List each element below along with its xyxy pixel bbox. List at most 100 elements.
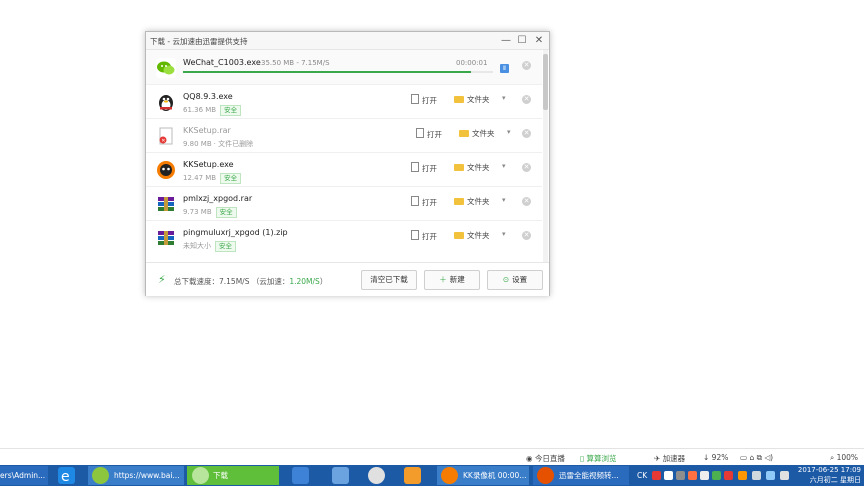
music-icon[interactable] <box>404 467 421 484</box>
dialog-titlebar[interactable]: 下载 - 云加速由迅雷提供支持 — ☐ ✕ <box>146 32 549 50</box>
list-item[interactable]: pmlxzj_xpgod.rar 9.73 MB 安全 打开 文件夹 ▾ ✕ <box>146 186 542 221</box>
browse-link[interactable]: ▯ 算算浏览 <box>580 453 617 464</box>
safe-badge: 安全 <box>220 173 242 184</box>
tray-icon-2[interactable] <box>664 471 673 480</box>
clear-downloaded-button[interactable]: 清空已下载 <box>361 270 417 290</box>
minimize-button[interactable]: — <box>498 34 514 47</box>
scrollbar-thumb[interactable] <box>543 54 548 110</box>
svg-text:e: e <box>61 469 70 484</box>
panda-icon[interactable] <box>368 467 385 484</box>
file-size: 61.36 MB 安全 <box>183 105 242 116</box>
chevron-down-icon[interactable]: ▾ <box>502 162 506 170</box>
remove-icon[interactable]: ✕ <box>522 231 531 240</box>
folder-icon <box>454 232 464 239</box>
remove-icon[interactable]: ✕ <box>522 197 531 206</box>
volume-icon[interactable] <box>780 471 789 480</box>
open-button[interactable]: 打开 <box>411 162 437 174</box>
settings-button[interactable]: ⊙ 设置 <box>487 270 543 290</box>
tray-icon-6[interactable] <box>712 471 721 480</box>
taskbar: ers\Admin... e https://www.bai... 下载 KK录… <box>0 465 864 486</box>
new-download-button[interactable]: ＋新建 <box>424 270 480 290</box>
close-button[interactable]: ✕ <box>531 34 547 47</box>
file-icon <box>416 128 424 138</box>
gear-icon: ⊙ <box>502 275 510 284</box>
tray-icon-4[interactable] <box>688 471 697 480</box>
remove-icon[interactable]: ✕ <box>522 95 531 104</box>
accelerator-link[interactable]: ✈ 加速器 <box>654 453 685 464</box>
file-icon <box>411 94 419 104</box>
chevron-down-icon[interactable]: ▾ <box>502 94 506 102</box>
tray-icon-9[interactable] <box>752 471 761 480</box>
folder-button[interactable]: 文件夹 <box>454 94 490 105</box>
tray-icon-7[interactable] <box>724 471 733 480</box>
penguin-icon <box>156 92 176 112</box>
wechat-icon <box>156 58 176 78</box>
list-item[interactable]: ✕ KKSetup.rar 9.80 MB · 文件已删除 打开 文件夹 ▾ ✕ <box>146 118 542 153</box>
browser-statusbar: ◉ 今日直播 ▯ 算算浏览 ✈ 加速器 ↓ 92% ▭ ⌂ ⧉ ◁) ⌕ 100… <box>0 448 864 466</box>
list-item-active[interactable]: WeChat_C1003.exe 35.50 MB - 7.15M/S 00:0… <box>146 50 542 85</box>
folder-button[interactable]: 文件夹 <box>454 230 490 241</box>
list-item[interactable]: QQ8.9.3.exe 61.36 MB 安全 打开 文件夹 ▾ ✕ <box>146 84 542 119</box>
status-icons: ▭ ⌂ ⧉ ◁) <box>740 453 774 462</box>
file-icon <box>411 196 419 206</box>
open-button[interactable]: 打开 <box>411 94 437 106</box>
file-size-value: 9.73 MB <box>183 208 212 216</box>
folder-icon <box>454 96 464 103</box>
file-size-value: 未知大小 <box>183 242 211 250</box>
scrollbar[interactable] <box>543 50 548 278</box>
svg-text:✕: ✕ <box>161 138 165 144</box>
deleted-status: · 文件已删除 <box>213 140 254 148</box>
kk-recorder-icon <box>441 467 458 484</box>
safe-badge: 安全 <box>215 241 236 252</box>
folder-icon <box>454 198 464 205</box>
folder-button[interactable]: 文件夹 <box>454 196 490 207</box>
network-icon[interactable] <box>766 471 775 480</box>
dialog-title: 下载 - 云加速由迅雷提供支持 <box>150 37 248 46</box>
maximize-button[interactable]: ☐ <box>514 34 530 47</box>
progress-bar <box>183 71 493 73</box>
file-size: 未知大小 安全 <box>183 241 236 252</box>
remove-icon[interactable]: ✕ <box>522 129 531 138</box>
pause-icon[interactable]: Ⅱ <box>500 64 509 73</box>
safe-badge: 安全 <box>220 105 242 116</box>
safe-badge: 安全 <box>215 207 237 218</box>
folder-button[interactable]: 文件夹 <box>459 128 495 139</box>
list-item[interactable]: pingmuluxrj_xpgod (1).zip 未知大小 安全 打开 文件夹 ▾ ✕ <box>146 220 542 254</box>
tray-icon-1[interactable] <box>652 471 661 480</box>
remove-icon[interactable]: ✕ <box>522 61 531 70</box>
file-name: WeChat_C1003.exe <box>183 58 261 67</box>
tray-icon-5[interactable] <box>700 471 709 480</box>
task-view-icon[interactable] <box>292 467 309 484</box>
bolt-icon: ⚡ <box>158 273 166 286</box>
chevron-down-icon[interactable]: ▾ <box>502 196 506 204</box>
file-name: pmlxzj_xpgod.rar <box>183 194 253 203</box>
plus-icon: ＋ <box>439 275 447 284</box>
open-button[interactable]: 打开 <box>411 196 437 208</box>
live-link[interactable]: ◉ 今日直播 <box>526 453 565 464</box>
file-size-value: 9.80 MB <box>183 140 212 148</box>
chevron-down-icon[interactable]: ▾ <box>502 230 506 238</box>
total-speed: 总下载速度：7.15M/S （云加速：1.20M/S） <box>174 277 328 286</box>
download-app-icon <box>192 467 209 484</box>
clock[interactable]: 2017-06-25 17:09 六月初二 星期日 <box>798 465 861 485</box>
browser-icon <box>92 467 109 484</box>
progress-fill <box>183 71 472 73</box>
file-size: 12.47 MB 安全 <box>183 173 242 184</box>
ime-indicator[interactable]: CK <box>637 466 651 485</box>
list-item[interactable]: KKSetup.exe 12.47 MB 安全 打开 文件夹 ▾ ✕ <box>146 152 542 187</box>
zoom-level[interactable]: ⌕ 100% <box>830 453 858 463</box>
download-status[interactable]: ↓ 92% <box>703 453 728 462</box>
folder-icon <box>454 164 464 171</box>
ie-icon[interactable]: e <box>58 467 75 485</box>
remove-icon[interactable]: ✕ <box>522 163 531 172</box>
chevron-down-icon[interactable]: ▾ <box>507 128 511 136</box>
open-button[interactable]: 打开 <box>416 128 442 140</box>
tray-icon-3[interactable] <box>676 471 685 480</box>
elapsed-time: 00:00:01 <box>456 59 488 67</box>
file-size-value: 12.47 MB <box>183 174 217 182</box>
open-button[interactable]: 打开 <box>411 230 437 242</box>
tray-icon-8[interactable] <box>738 471 747 480</box>
folder-button[interactable]: 文件夹 <box>454 162 490 173</box>
file-manager-icon[interactable] <box>332 467 349 484</box>
taskbar-item-explorer[interactable]: ers\Admin... <box>0 466 48 485</box>
